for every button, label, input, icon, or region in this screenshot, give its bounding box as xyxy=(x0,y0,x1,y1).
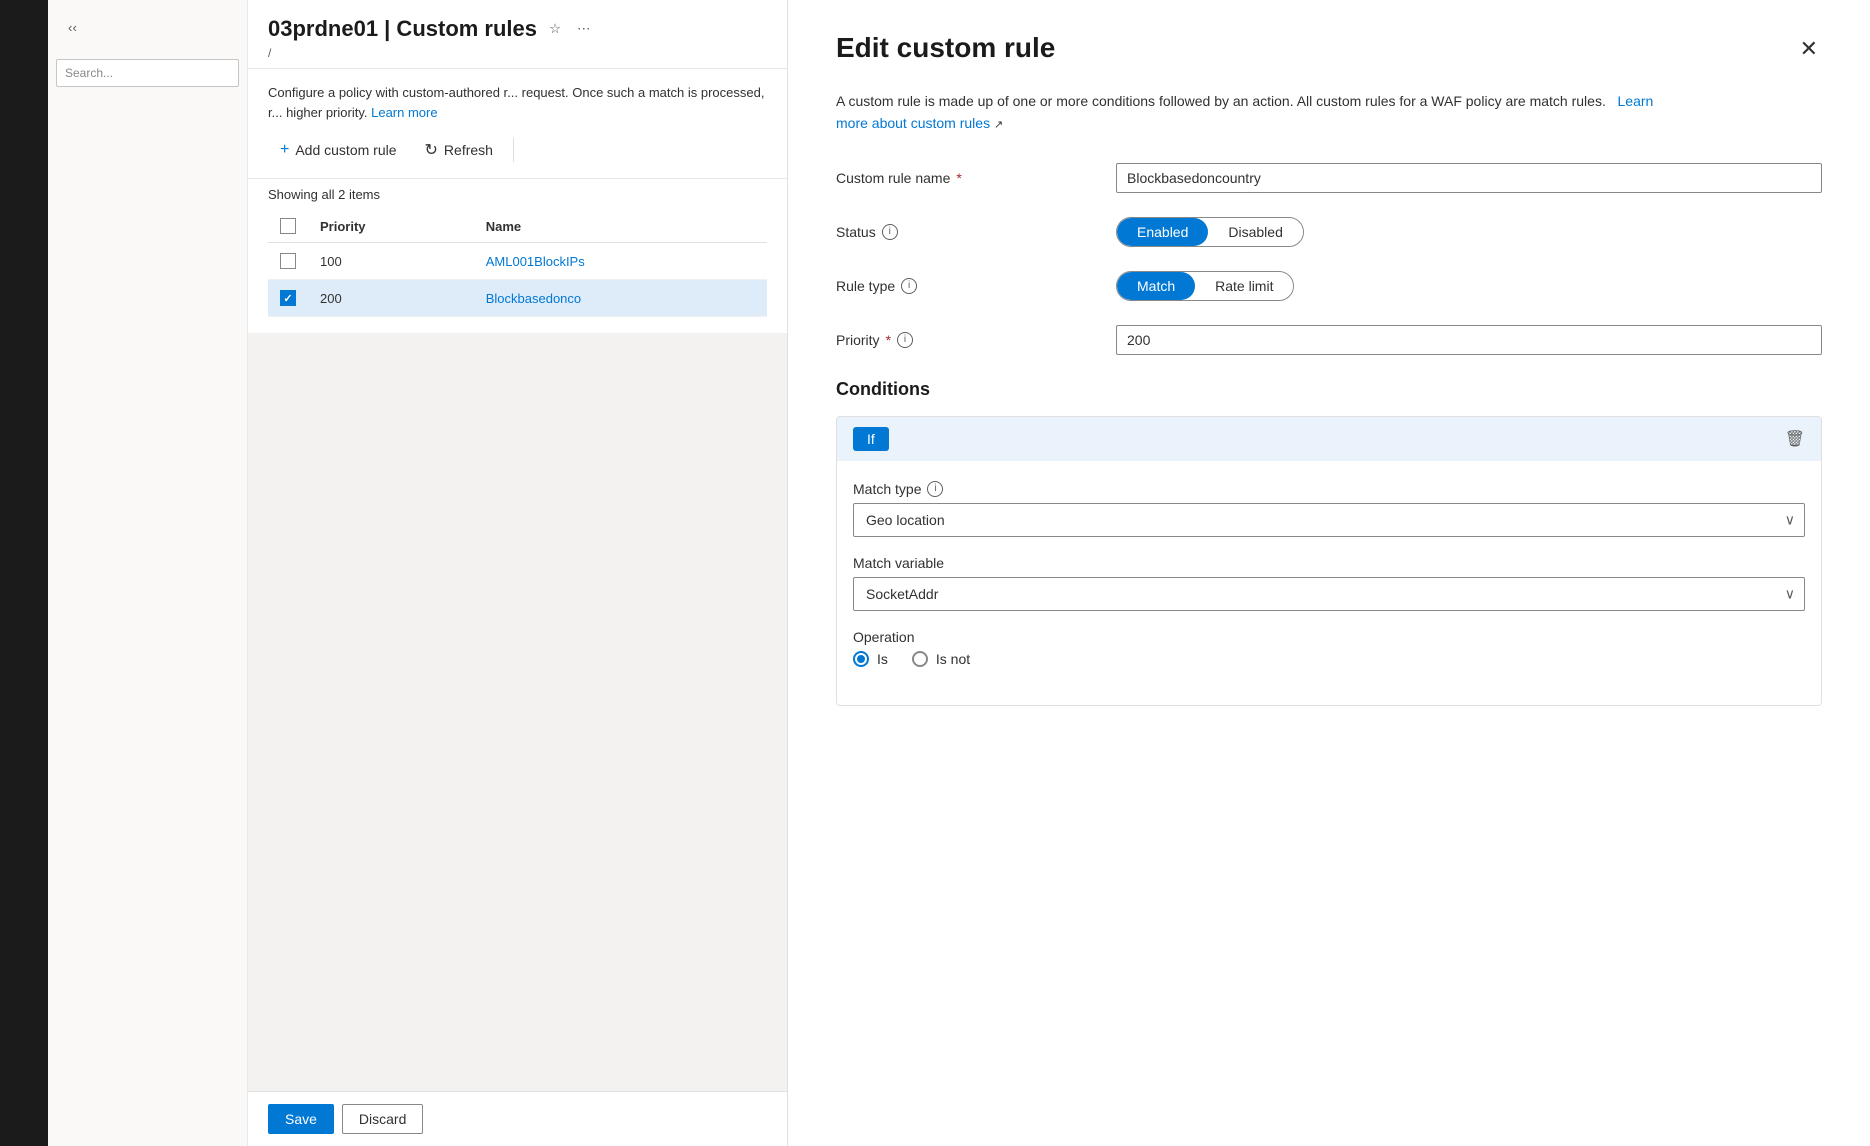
custom-rule-name-required: * xyxy=(956,170,961,186)
operation-is-label: Is xyxy=(877,651,888,667)
custom-rule-name-row: Custom rule name * xyxy=(836,163,1822,193)
star-icon: ☆ xyxy=(549,21,561,37)
condition-header: If 🗑 xyxy=(837,417,1821,461)
condition-card: If 🗑 Match type i Geo loc xyxy=(836,416,1822,706)
match-type-label: Match type xyxy=(853,481,921,497)
select-all-checkbox[interactable] xyxy=(280,218,296,234)
table-row[interactable]: 100 AML001BlockIPs xyxy=(268,243,767,280)
page-title: 03prdne01 | Custom rules xyxy=(268,16,537,42)
delete-condition-button[interactable]: 🗑 xyxy=(1785,429,1805,449)
status-info-icon[interactable]: i xyxy=(882,224,898,240)
chevron-left-icon: ‹‹ xyxy=(68,20,77,35)
status-enabled-button[interactable]: Enabled xyxy=(1117,218,1208,246)
external-link-icon: ↗ xyxy=(994,119,1003,131)
rule-type-info-icon[interactable]: i xyxy=(901,278,917,294)
condition-body: Match type i Geo location ∨ xyxy=(837,461,1821,705)
priority-info-icon[interactable]: i xyxy=(897,332,913,348)
custom-rule-name-input[interactable] xyxy=(1116,163,1822,193)
operation-label: Operation xyxy=(853,629,914,645)
row-1-name[interactable]: AML001BlockIPs xyxy=(486,254,585,269)
match-variable-dropdown[interactable]: SocketAddr xyxy=(853,577,1805,611)
match-variable-field: Match variable SocketAddr ∨ xyxy=(853,555,1805,611)
operation-is-not-radio[interactable] xyxy=(912,651,928,667)
refresh-button[interactable]: ↻ Refresh xyxy=(413,134,505,166)
rule-type-match-button[interactable]: Match xyxy=(1117,272,1195,300)
custom-rules-table-container: Priority Name 100 AML001BlockIPs xyxy=(248,210,787,317)
operation-is-option[interactable]: Is xyxy=(853,651,888,667)
showing-items-text: Showing all 2 items xyxy=(248,179,787,210)
save-button[interactable]: Save xyxy=(268,1104,334,1134)
empty-state-area xyxy=(248,333,787,1091)
operation-is-radio[interactable] xyxy=(853,651,869,667)
custom-rules-table: Priority Name 100 AML001BlockIPs xyxy=(268,210,767,317)
dark-sidebar xyxy=(0,0,48,1146)
operation-is-not-label: Is not xyxy=(936,651,970,667)
row-1-checkbox[interactable] xyxy=(280,253,296,269)
row-1-priority: 100 xyxy=(308,243,474,280)
operation-radio-group: Is Is not xyxy=(853,651,1805,667)
plus-icon: + xyxy=(280,141,289,159)
nav-search-placeholder: Search... xyxy=(65,66,113,80)
priority-label: Priority xyxy=(836,332,880,348)
learn-more-link[interactable]: Learn more xyxy=(371,105,437,120)
nav-panel: ‹‹ Search... xyxy=(48,0,248,1146)
operation-field: Operation Is Is not xyxy=(853,629,1805,667)
match-type-info-icon[interactable]: i xyxy=(927,481,943,497)
discard-button[interactable]: Discard xyxy=(342,1104,423,1134)
conditions-section: Conditions If 🗑 Match type i xyxy=(836,379,1822,706)
edit-custom-rule-drawer: Edit custom rule ✕ A custom rule is made… xyxy=(788,0,1870,1146)
table-row[interactable]: 200 Blockbasedonco xyxy=(268,280,767,317)
name-column-header: Name xyxy=(474,210,767,243)
toolbar-divider xyxy=(513,138,514,162)
priority-column-header: Priority xyxy=(308,210,474,243)
rule-type-toggle-group: Match Rate limit xyxy=(1116,271,1294,301)
rule-type-label: Rule type xyxy=(836,278,895,294)
match-variable-dropdown-container: SocketAddr ∨ xyxy=(853,577,1805,611)
priority-input[interactable] xyxy=(1116,325,1822,355)
close-drawer-button[interactable]: ✕ xyxy=(1796,32,1822,66)
add-custom-rule-button[interactable]: + Add custom rule xyxy=(268,135,409,165)
toolbar: + Add custom rule ↻ Refresh xyxy=(248,122,787,179)
rule-type-rate-limit-button[interactable]: Rate limit xyxy=(1195,272,1293,300)
close-icon: ✕ xyxy=(1800,36,1818,62)
operation-is-not-option[interactable]: Is not xyxy=(912,651,970,667)
page-header: 03prdne01 | Custom rules ☆ ⋯ / xyxy=(248,0,787,69)
status-row: Status i Enabled Disabled xyxy=(836,217,1822,247)
collapse-nav-button[interactable]: ‹‹ xyxy=(64,16,81,39)
if-badge: If xyxy=(853,427,889,451)
row-2-name[interactable]: Blockbasedonco xyxy=(486,291,581,306)
rule-type-row: Rule type i Match Rate limit xyxy=(836,271,1822,301)
refresh-icon: ↻ xyxy=(425,140,438,160)
match-variable-label: Match variable xyxy=(853,555,944,571)
conditions-title: Conditions xyxy=(836,379,1822,400)
favorite-button[interactable]: ☆ xyxy=(545,17,565,41)
row-2-priority: 200 xyxy=(308,280,474,317)
priority-required: * xyxy=(886,332,891,348)
drawer-description: A custom rule is made up of one or more … xyxy=(836,90,1656,135)
ellipsis-icon: ⋯ xyxy=(577,21,590,37)
row-2-checkbox[interactable] xyxy=(280,290,296,306)
page-description: Configure a policy with custom-authored … xyxy=(268,83,767,122)
delete-icon: 🗑 xyxy=(1785,429,1805,449)
status-disabled-button[interactable]: Disabled xyxy=(1208,218,1302,246)
priority-row: Priority * i xyxy=(836,325,1822,355)
drawer-title: Edit custom rule xyxy=(836,32,1055,64)
match-type-field: Match type i Geo location ∨ xyxy=(853,481,1805,537)
drawer-header: Edit custom rule ✕ xyxy=(836,32,1822,66)
match-type-dropdown[interactable]: Geo location xyxy=(853,503,1805,537)
status-label: Status xyxy=(836,224,876,240)
breadcrumb: / xyxy=(268,46,767,60)
match-type-dropdown-container: Geo location ∨ xyxy=(853,503,1805,537)
more-options-button[interactable]: ⋯ xyxy=(573,17,594,41)
status-toggle-group: Enabled Disabled xyxy=(1116,217,1304,247)
custom-rule-name-label: Custom rule name xyxy=(836,170,950,186)
bottom-toolbar: Save Discard xyxy=(248,1091,787,1146)
